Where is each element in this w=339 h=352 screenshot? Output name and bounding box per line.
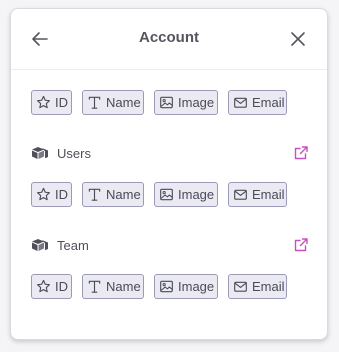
cubes-icon <box>31 145 49 161</box>
field-chip-label: Image <box>178 279 215 294</box>
field-chip-image[interactable]: Image <box>154 90 218 115</box>
panel-title: Account <box>139 29 199 46</box>
field-chip-row: ID Name Image Email <box>31 274 287 299</box>
panel-header: Account <box>11 9 327 70</box>
field-chip-label: Name <box>106 95 141 110</box>
image-icon <box>159 95 174 111</box>
field-chip-name[interactable]: Name <box>82 274 144 299</box>
image-icon <box>159 187 174 203</box>
field-chip-label: Name <box>106 279 141 294</box>
section-label: Team <box>57 237 89 253</box>
mail-icon <box>233 95 248 111</box>
field-chip-row: ID Name Image Email <box>31 90 287 115</box>
field-chip-label: Email <box>252 187 285 202</box>
star-icon <box>36 95 51 111</box>
close-button[interactable] <box>287 28 309 50</box>
external-link-icon[interactable] <box>293 145 309 161</box>
mail-icon <box>233 279 248 295</box>
cubes-icon <box>31 237 49 253</box>
star-icon <box>36 187 51 203</box>
field-chip-id[interactable]: ID <box>31 182 72 207</box>
field-chip-image[interactable]: Image <box>154 274 218 299</box>
field-chip-name[interactable]: Name <box>82 90 144 115</box>
field-chip-image[interactable]: Image <box>154 182 218 207</box>
field-chip-name[interactable]: Name <box>82 182 144 207</box>
field-chip-label: ID <box>55 279 68 294</box>
field-chip-label: Email <box>252 95 285 110</box>
field-chip-label: Email <box>252 279 285 294</box>
field-chip-id[interactable]: ID <box>31 274 72 299</box>
mail-icon <box>233 187 248 203</box>
external-link-icon[interactable] <box>293 237 309 253</box>
field-chip-label: Name <box>106 187 141 202</box>
text-icon <box>87 95 102 111</box>
field-chip-label: Image <box>178 95 215 110</box>
account-panel: Account ID Name Image Email Users ID Nam… <box>10 8 328 340</box>
field-chip-email[interactable]: Email <box>228 274 287 299</box>
close-icon <box>291 32 305 46</box>
field-chip-email[interactable]: Email <box>228 182 287 207</box>
image-icon <box>159 279 174 295</box>
field-chip-label: ID <box>55 187 68 202</box>
field-chip-email[interactable]: Email <box>228 90 287 115</box>
field-chip-id[interactable]: ID <box>31 90 72 115</box>
field-chip-label: Image <box>178 187 215 202</box>
text-icon <box>87 279 102 295</box>
section-users: Users <box>31 143 309 163</box>
field-chip-label: ID <box>55 95 68 110</box>
section-label: Users <box>57 145 91 161</box>
star-icon <box>36 279 51 295</box>
text-icon <box>87 187 102 203</box>
section-team: Team <box>31 235 309 255</box>
field-chip-row: ID Name Image Email <box>31 182 287 207</box>
